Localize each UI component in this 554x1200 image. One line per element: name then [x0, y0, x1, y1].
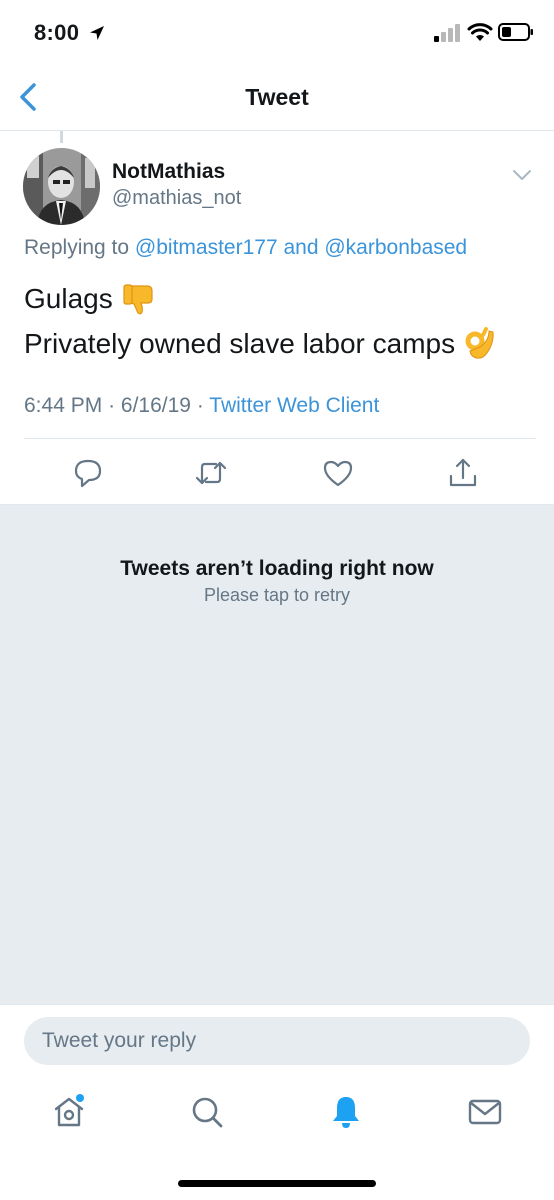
replying-prefix: Replying to — [24, 236, 130, 259]
error-title: Tweets aren’t loading right now — [120, 557, 434, 580]
status-time: 8:00 — [34, 20, 80, 45]
signal-icon — [434, 24, 460, 42]
avatar[interactable] — [23, 148, 100, 225]
mention-link-2[interactable]: @karbonbased — [324, 236, 467, 259]
user-handle[interactable]: @mathias_not — [112, 187, 241, 210]
display-name[interactable]: NotMathias — [112, 160, 225, 184]
home-icon[interactable] — [51, 1094, 87, 1130]
tweet-meta: 6:44 PM · 6/16/19 · Twitter Web Client — [24, 394, 380, 417]
ok-hand-emoji — [465, 326, 494, 359]
page-title: Tweet — [245, 84, 309, 110]
share-icon[interactable] — [446, 456, 480, 490]
tweet-text: Gulags Privately owned slave labor camps — [24, 276, 497, 366]
like-icon[interactable] — [321, 456, 355, 490]
wifi-icon — [467, 23, 493, 41]
battery-icon — [498, 23, 533, 41]
mention-link-1[interactable]: @bitmaster177 — [135, 236, 278, 259]
home-indicator[interactable] — [178, 1180, 376, 1187]
reply-icon[interactable] — [71, 456, 105, 490]
chevron-down-icon[interactable] — [510, 166, 534, 184]
divider — [24, 438, 536, 439]
messages-icon[interactable] — [467, 1094, 503, 1130]
status-bar: 8:00 — [0, 0, 554, 66]
tweet-line-2-text: Privately owned slave labor camps — [24, 328, 456, 359]
tweet-time: 6:44 PM — [24, 394, 103, 417]
thumbs-down-emoji — [123, 283, 153, 314]
tweet-line-2: Privately owned slave labor camps — [24, 321, 497, 366]
retweet-icon[interactable] — [194, 456, 228, 490]
tweet-date: 6/16/19 — [120, 394, 191, 417]
replying-and[interactable]: and — [283, 236, 318, 259]
notifications-icon[interactable] — [328, 1094, 364, 1130]
reply-input[interactable] — [24, 1017, 530, 1065]
error-area[interactable]: Tweets aren’t loading right now Please t… — [0, 504, 554, 1004]
location-arrow-icon — [90, 26, 104, 40]
reply-bar — [0, 1004, 554, 1072]
tweet-client-link[interactable]: Twitter Web Client — [209, 394, 379, 417]
search-icon[interactable] — [189, 1094, 225, 1130]
retry-link[interactable]: Please tap to retry — [0, 585, 554, 606]
replying-to: Replying to @bitmaster177 and @karbonbas… — [24, 236, 467, 260]
tweet-actions — [0, 452, 554, 496]
tweet-line-1: Gulags — [24, 276, 497, 321]
nav-header: Tweet — [0, 66, 554, 131]
thread-line — [60, 131, 63, 143]
tweet-line-1-text: Gulags — [24, 283, 113, 314]
